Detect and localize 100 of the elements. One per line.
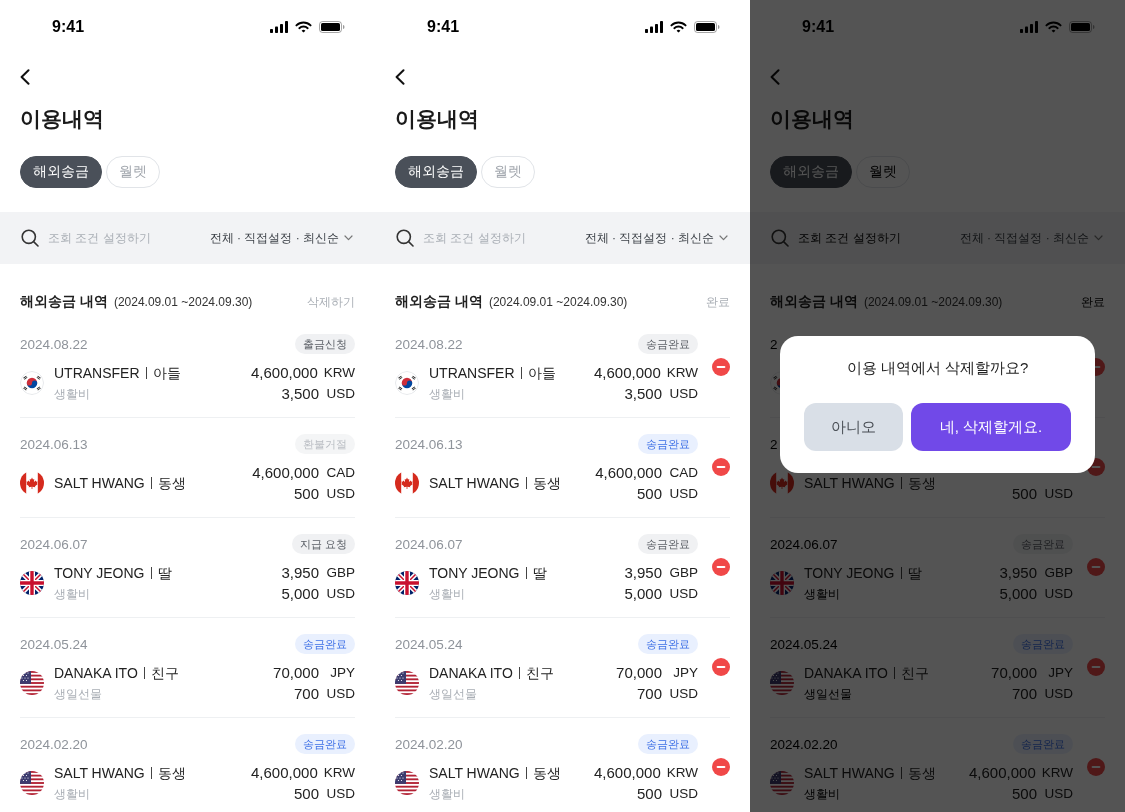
relation-label: 아들	[152, 363, 181, 382]
converted-amount: 3,500	[281, 384, 319, 403]
flag-icon	[20, 371, 44, 395]
relation-label: 친구	[150, 663, 179, 682]
search-field[interactable]: 조회 조건 설정하기	[48, 229, 201, 247]
confirm-button[interactable]: 네, 삭제할게요.	[911, 403, 1071, 451]
flag-icon	[395, 471, 419, 495]
status-badge: 송금완료	[638, 634, 698, 654]
currency-code: USD	[1043, 484, 1073, 503]
filter-dropdown[interactable]: 전체 · 직접설정 · 최신순	[584, 229, 728, 247]
transfer-date: 2024.06.07	[395, 536, 463, 552]
search-field[interactable]: 조회 조건 설정하기	[798, 229, 951, 247]
transfer-memo: 생활비	[804, 585, 840, 603]
back-icon[interactable]	[20, 69, 30, 85]
page-title: 이용내역	[20, 106, 104, 132]
wifi-icon	[670, 21, 687, 33]
edit-toggle-button[interactable]: 완료	[706, 293, 730, 311]
relation-label: 동생	[532, 763, 561, 782]
sent-amount: 70,000	[991, 663, 1037, 682]
recipient-name: SALT HWANG	[804, 474, 895, 492]
search-icon	[771, 229, 789, 247]
flag-icon	[770, 471, 794, 495]
converted-amount: 700	[636, 684, 662, 703]
search-field[interactable]: 조회 조건 설정하기	[423, 229, 576, 247]
converted-amount: 500	[293, 784, 319, 803]
search-icon	[21, 229, 39, 247]
tab[interactable]: 월렛	[106, 156, 160, 188]
tab[interactable]: 월렛	[481, 156, 535, 188]
status-badge: 송금완료	[295, 734, 355, 754]
converted-amount: 500	[1011, 484, 1037, 503]
edit-toggle-button[interactable]: 삭제하기	[307, 293, 355, 311]
currency-code: USD	[668, 684, 698, 703]
sent-amount: 4,600,000	[595, 463, 662, 482]
date-range: (2024.09.01 ~2024.09.30)	[488, 295, 628, 309]
section-title: 해외송금 내역	[20, 293, 108, 311]
battery-icon	[1069, 21, 1095, 33]
status-badge: 송금완료	[638, 734, 698, 754]
transfer-memo: 생활비	[804, 785, 840, 803]
relation-label: 동생	[907, 763, 936, 782]
currency-code: GBP	[325, 563, 355, 582]
sent-amount: 70,000	[616, 663, 662, 682]
transfer-memo: 생활비	[429, 785, 465, 803]
currency-code: GBP	[1043, 563, 1073, 582]
currency-code: KRW	[323, 363, 355, 382]
currency-code: CAD	[325, 463, 355, 482]
section-title: 해외송금 내역	[395, 293, 483, 311]
tab[interactable]: 해외송금	[395, 156, 477, 188]
currency-code: USD	[668, 384, 698, 403]
flag-icon	[770, 671, 794, 695]
flag-icon	[395, 671, 419, 695]
sent-amount: 70,000	[273, 663, 319, 682]
recipient-name: DANAKA ITO	[804, 663, 888, 682]
converted-amount: 700	[293, 684, 319, 703]
currency-code: USD	[668, 584, 698, 603]
status-badge: 송금완료	[638, 334, 698, 354]
currency-code: KRW	[1041, 763, 1073, 782]
relation-label: 딸	[907, 563, 922, 582]
relation-label: 딸	[532, 563, 547, 582]
date-range: (2024.09.01 ~2024.09.30)	[113, 295, 253, 309]
transfer-memo: 생활비	[54, 385, 90, 403]
recipient-name: DANAKA ITO	[429, 663, 513, 682]
converted-amount: 500	[636, 484, 662, 503]
search-icon	[396, 229, 414, 247]
transfer-date: 2	[770, 436, 778, 452]
transfer-memo: 생활비	[54, 585, 90, 603]
converted-amount: 5,000	[999, 584, 1037, 603]
edit-toggle-button[interactable]: 완료	[1081, 293, 1105, 311]
transfer-date: 2024.08.22	[20, 336, 88, 352]
section-title: 해외송금 내역	[770, 293, 858, 311]
currency-code: JPY	[329, 663, 355, 682]
status-time: 9:41	[802, 18, 835, 36]
sent-amount: 4,600,000	[594, 763, 661, 782]
filter-dropdown[interactable]: 전체 · 직접설정 · 최신순	[209, 229, 353, 247]
wifi-icon	[1045, 21, 1062, 33]
status-badge: 지급 요청	[291, 534, 355, 554]
cancel-button[interactable]: 아니오	[804, 403, 903, 451]
currency-code: USD	[325, 384, 355, 403]
relation-label: 딸	[157, 563, 172, 582]
relation-label: 친구	[525, 663, 554, 682]
tab[interactable]: 해외송금	[20, 156, 102, 188]
transfer-memo: 생일선물	[54, 685, 102, 703]
currency-code: USD	[325, 584, 355, 603]
relation-label: 아들	[527, 363, 556, 382]
sent-amount: 3,950	[281, 563, 319, 582]
sent-amount: 4,600,000	[594, 363, 661, 382]
tab[interactable]: 월렛	[856, 156, 910, 188]
currency-code: USD	[325, 484, 355, 503]
recipient-name: DANAKA ITO	[54, 663, 138, 682]
relation-label: 동생	[157, 474, 186, 492]
back-icon[interactable]	[395, 69, 405, 85]
converted-amount: 700	[1011, 684, 1037, 703]
sent-amount: 4,600,000	[251, 363, 318, 382]
signal-icon	[1020, 21, 1038, 33]
signal-icon	[270, 21, 288, 33]
flag-icon	[770, 771, 794, 795]
date-range: (2024.09.01 ~2024.09.30)	[863, 295, 1003, 309]
flag-icon	[20, 671, 44, 695]
page-title: 이용내역	[770, 106, 854, 132]
currency-code: USD	[668, 784, 698, 803]
transfer-date: 2024.02.20	[20, 736, 88, 752]
